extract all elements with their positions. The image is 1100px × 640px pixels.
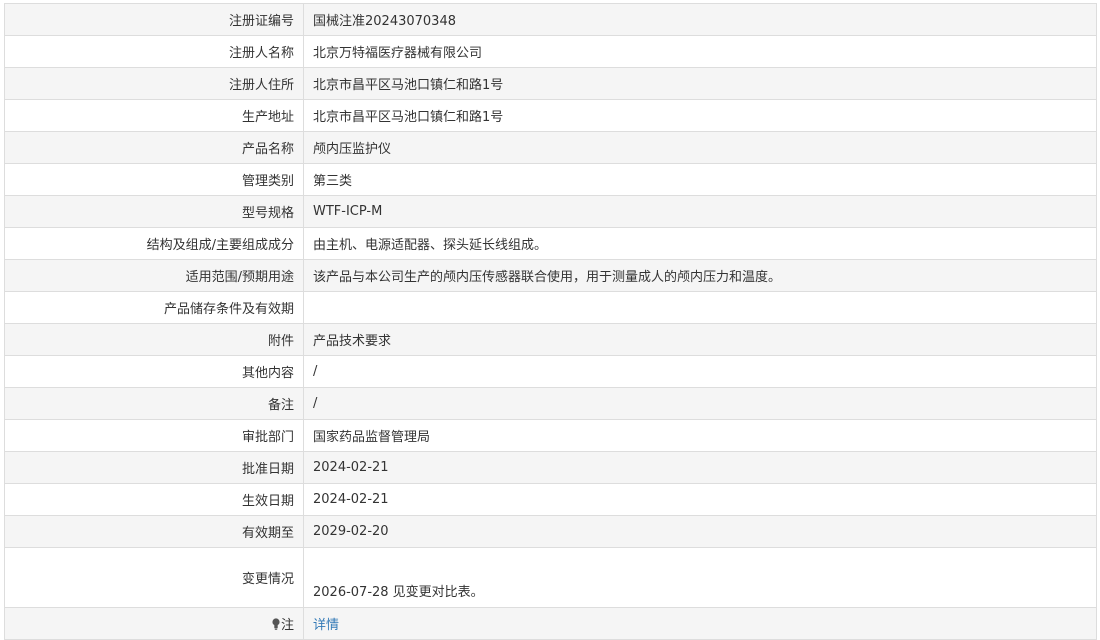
row-label: 备注 (4, 387, 304, 420)
row-label: 有效期至 (4, 515, 304, 548)
row-label: 生产地址 (4, 99, 304, 132)
row-value: 国械注准20243070348 (303, 3, 1097, 36)
row-label: 产品名称 (4, 131, 304, 164)
row-value: 北京万特福医疗器械有限公司 (303, 35, 1097, 68)
row-value: WTF-ICP-M (303, 195, 1097, 228)
lightbulb-icon (272, 618, 280, 630)
row-value: 北京市昌平区马池口镇仁和路1号 (303, 99, 1097, 132)
row-label: 审批部门 (4, 419, 304, 452)
table-row: 生产地址 北京市昌平区马池口镇仁和路1号 (4, 99, 1097, 132)
row-label: 变更情况 (4, 547, 304, 608)
row-value: / (303, 387, 1097, 420)
table-row-note: 注 详情 (4, 607, 1097, 640)
table-row: 型号规格 WTF-ICP-M (4, 195, 1097, 228)
table-row: 批准日期 2024-02-21 (4, 451, 1097, 484)
row-value: 颅内压监护仪 (303, 131, 1097, 164)
note-value-cell: 详情 (303, 607, 1097, 640)
row-label: 批准日期 (4, 451, 304, 484)
note-label: 注 (280, 618, 294, 633)
table-row: 审批部门 国家药品监督管理局 (4, 419, 1097, 452)
row-label: 生效日期 (4, 483, 304, 516)
row-label: 结构及组成/主要组成成分 (4, 227, 304, 260)
row-value: 国家药品监督管理局 (303, 419, 1097, 452)
row-label: 注册人名称 (4, 35, 304, 68)
table-row: 备注 / (4, 387, 1097, 420)
row-label: 产品储存条件及有效期 (4, 291, 304, 324)
row-value: 2024-02-21 (303, 451, 1097, 484)
row-value: 2026-07-28 见变更对比表。 (303, 547, 1097, 608)
row-value: 2024-02-21 (303, 483, 1097, 516)
table-row: 注册人名称 北京万特福医疗器械有限公司 (4, 35, 1097, 68)
row-label: 附件 (4, 323, 304, 356)
registration-detail-table: 注册证编号 国械注准20243070348 注册人名称 北京万特福医疗器械有限公… (4, 3, 1097, 640)
row-value: 2029-02-20 (303, 515, 1097, 548)
table-row: 注册证编号 国械注准20243070348 (4, 3, 1097, 36)
table-row: 产品名称 颅内压监护仪 (4, 131, 1097, 164)
row-label: 适用范围/预期用途 (4, 259, 304, 292)
row-label: 注册证编号 (4, 3, 304, 36)
row-value: 产品技术要求 (303, 323, 1097, 356)
note-label-cell: 注 (4, 607, 304, 640)
row-value: 该产品与本公司生产的颅内压传感器联合使用，用于测量成人的颅内压力和温度。 (303, 259, 1097, 292)
table-row: 管理类别 第三类 (4, 163, 1097, 196)
table-row: 适用范围/预期用途 该产品与本公司生产的颅内压传感器联合使用，用于测量成人的颅内… (4, 259, 1097, 292)
row-label: 其他内容 (4, 355, 304, 388)
details-link[interactable]: 详情 (313, 618, 339, 633)
table-row: 生效日期 2024-02-21 (4, 483, 1097, 516)
row-value: 由主机、电源适配器、探头延长线组成。 (303, 227, 1097, 260)
table-row: 附件 产品技术要求 (4, 323, 1097, 356)
row-label: 型号规格 (4, 195, 304, 228)
table-row: 其他内容 / (4, 355, 1097, 388)
row-value: 北京市昌平区马池口镇仁和路1号 (303, 67, 1097, 100)
table-row: 注册人住所 北京市昌平区马池口镇仁和路1号 (4, 67, 1097, 100)
row-value: / (303, 355, 1097, 388)
row-value (303, 291, 1097, 324)
row-label: 注册人住所 (4, 67, 304, 100)
table-row: 有效期至 2029-02-20 (4, 515, 1097, 548)
row-label: 管理类别 (4, 163, 304, 196)
table-row: 产品储存条件及有效期 (4, 291, 1097, 324)
row-value: 第三类 (303, 163, 1097, 196)
table-row: 结构及组成/主要组成成分 由主机、电源适配器、探头延长线组成。 (4, 227, 1097, 260)
table-row-change-history: 变更情况 2026-07-28 见变更对比表。 (4, 547, 1097, 608)
